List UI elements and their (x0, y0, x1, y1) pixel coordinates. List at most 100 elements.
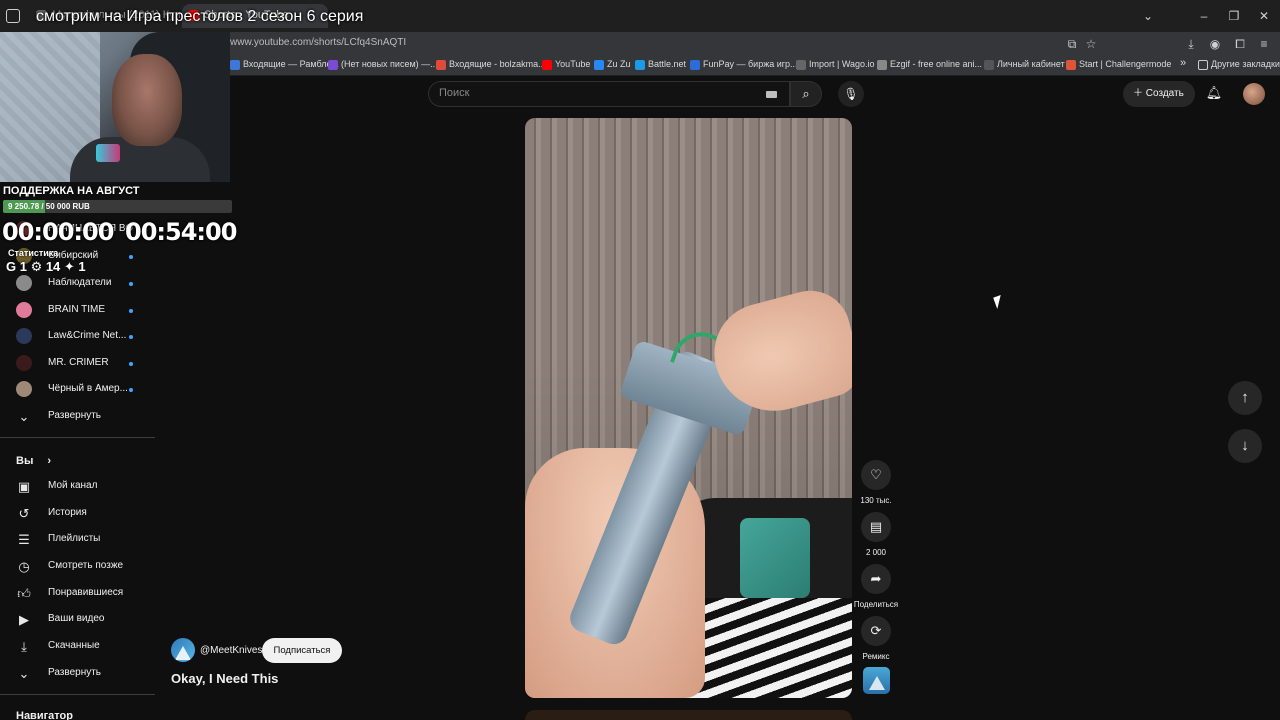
bookmark-label: Import | Wago.io (809, 59, 875, 69)
sidebar-item-liked[interactable]: 👍︎ Понравившиеся (0, 581, 155, 607)
support-progress-text: 9 250.78 / 50 000 RUB (8, 202, 90, 211)
sidebar-navigator-heading: Навигатор (16, 710, 73, 720)
mountain-icon (869, 676, 885, 690)
keyboard-icon[interactable] (766, 91, 777, 98)
sidebar-item-label: Чёрный в Амер... (48, 383, 128, 394)
sidebar-subscription[interactable]: Law&Crime Net... (0, 324, 155, 350)
sidebar-expand[interactable]: ⌄ Развернуть (0, 404, 155, 430)
sidebar-item-history[interactable]: ↺ История (0, 501, 155, 527)
support-progress-bar: 9 250.78 / 50 000 RUB (3, 200, 232, 213)
sidebar-item-my-channel[interactable]: ▣ Мой канал (0, 474, 155, 500)
create-button[interactable]: ＋ Создать (1123, 81, 1195, 107)
remix-icon: ⟳ (870, 623, 882, 638)
share-label: Поделиться (853, 600, 899, 609)
bookmark-item[interactable]: YouTube (542, 59, 590, 70)
bookmark-item[interactable]: FunPay — биржа игр... (690, 59, 798, 70)
sidebar-item-playlists[interactable]: ☰ Плейлисты (0, 527, 155, 553)
sidebar-subscription[interactable]: BRAIN TIME (0, 298, 155, 324)
sidebar-item-label: Наблюдатели (48, 277, 112, 288)
liked-icon: 👍︎ (17, 586, 31, 601)
sidebar-subscription[interactable]: MR. CRIMER (0, 351, 155, 377)
close-icon[interactable]: ✕ (1256, 8, 1272, 24)
subscribe-button[interactable]: Подписаться (262, 638, 342, 663)
sidebar-item-watch-later[interactable]: ◷ Смотреть позже (0, 554, 155, 580)
video-title[interactable]: Okay, I Need This (171, 671, 278, 686)
comments-action: ▤ 2 000 (852, 512, 900, 557)
sidebar-item-label: Развернуть (48, 667, 102, 678)
bookmark-item[interactable]: Личный кабинет (984, 59, 1065, 70)
short-video-player[interactable] (525, 118, 852, 698)
url-field[interactable]: www.youtube.com/shorts/LCfq4SnAQTI (230, 37, 406, 48)
minimize-icon[interactable]: – (1196, 8, 1212, 24)
bookmark-label: Личный кабинет (997, 59, 1065, 69)
sidebar-item-label: История (48, 507, 87, 518)
video-pouch (740, 518, 810, 598)
sidebar-item-your-videos[interactable]: ▶ Ваши видео (0, 607, 155, 633)
like-action: ♡ 130 тыс. (852, 460, 900, 505)
mountain-icon (175, 646, 191, 660)
download-icon[interactable]: ⤓ (1183, 36, 1199, 52)
bookmark-item[interactable]: Ezgif - free online ani... (877, 59, 982, 70)
sidebar-item-label: Плейлисты (48, 533, 101, 544)
account-avatar[interactable] (1243, 83, 1265, 105)
new-content-dot (129, 362, 133, 366)
bookmark-item[interactable]: Входящие - bolzakma... (436, 59, 546, 70)
other-bookmarks[interactable]: Другие закладки (1198, 59, 1280, 70)
profile-icon[interactable]: ◉ (1207, 36, 1223, 52)
bookmark-label: FunPay — биржа игр... (703, 59, 798, 69)
plus-icon: ＋ (1133, 88, 1143, 99)
stats-values: G 1 ⚙ 14 ✦ 1 (6, 259, 86, 274)
bookmark-item[interactable]: Входящие — Рамбле... (230, 59, 339, 70)
bookmark-item[interactable]: Zu Zu (594, 59, 631, 70)
sound-thumbnail[interactable] (863, 667, 890, 694)
like-button[interactable]: ♡ (861, 460, 891, 490)
bookmark-item[interactable]: (Нет новых писем) —... (328, 59, 438, 70)
next-short-button[interactable]: ↓ (1228, 429, 1262, 463)
sidebar-subscription[interactable]: Чёрный в Амер... (0, 377, 155, 403)
sidebar-you-heading[interactable]: Вы › (16, 455, 51, 467)
channel-name[interactable]: @MeetKnives (200, 645, 262, 656)
install-app-icon[interactable]: ⧉ (1064, 36, 1080, 52)
menu-icon[interactable]: ≡ (1256, 36, 1272, 52)
tab-actions-icon[interactable] (6, 9, 20, 23)
bookmark-item[interactable]: Battle.net (635, 59, 686, 70)
channel-avatar[interactable] (171, 638, 195, 662)
microphone-icon: 🎙︎ (843, 87, 859, 101)
share-icon: ➦ (870, 571, 882, 586)
maximize-icon[interactable]: ❐ (1226, 8, 1242, 24)
sidebar-item-label: Понравившиеся (48, 587, 124, 598)
extensions-icon[interactable]: ⧠ (1232, 36, 1248, 52)
bookmark-favicon-icon (1066, 60, 1076, 70)
bookmarks-overflow-icon[interactable]: » (1180, 57, 1186, 69)
tab-search-icon[interactable]: ⌄ (1140, 8, 1156, 24)
channel-avatar (16, 381, 32, 397)
remix-action: ⟳ Ремикс (852, 616, 900, 661)
microphone-icon (96, 144, 120, 162)
your-videos-icon: ▶ (19, 612, 29, 627)
share-button[interactable]: ➦ (861, 564, 891, 594)
channel-avatar (16, 275, 32, 291)
remix-button[interactable]: ⟳ (861, 616, 891, 646)
previous-short-button[interactable]: ↑ (1228, 381, 1262, 415)
search-icon: ⌕ (802, 86, 810, 101)
voice-search-button[interactable]: 🎙︎ (838, 81, 864, 107)
bookmark-favicon-icon (594, 60, 604, 70)
bookmark-item[interactable]: Import | Wago.io (796, 59, 875, 70)
sidebar-item-expand[interactable]: ⌄ Развернуть (0, 661, 155, 687)
bookmark-star-icon[interactable]: ☆ (1083, 36, 1099, 52)
watch-later-icon: ◷ (18, 559, 30, 574)
bookmark-favicon-icon (542, 60, 552, 70)
sidebar-item-label: Смотреть позже (48, 560, 124, 571)
bookmark-favicon-icon (796, 60, 806, 70)
sidebar-item-downloads[interactable]: ⤓ Скачанные (0, 634, 155, 660)
search-button[interactable]: ⌕ (790, 81, 822, 107)
notifications-bell-icon[interactable]: 🔔︎ (1205, 85, 1223, 103)
downloads-icon: ⤓ (21, 639, 27, 654)
bookmark-item[interactable]: Start | Challengermode (1066, 59, 1171, 70)
bookmark-favicon-icon (690, 60, 700, 70)
comments-button[interactable]: ▤ (861, 512, 891, 542)
comment-icon: ▤ (869, 519, 883, 534)
search-input[interactable] (439, 87, 739, 99)
sidebar-item-label: BRAIN TIME (48, 304, 106, 315)
chevron-down-icon: ⌄ (18, 409, 30, 424)
